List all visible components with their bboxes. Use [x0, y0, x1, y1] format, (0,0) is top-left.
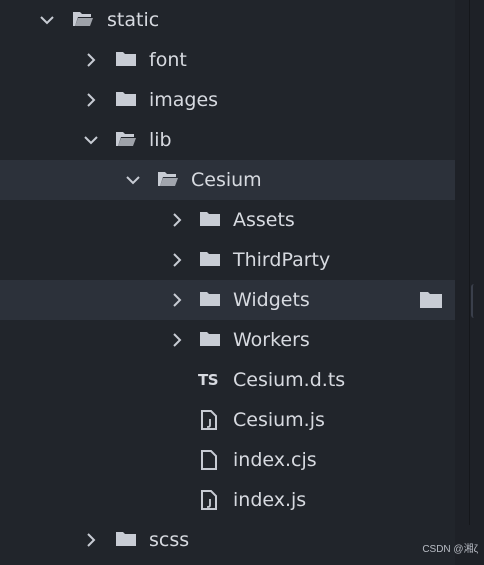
- chevron-right-icon[interactable]: [80, 40, 102, 80]
- tree-item-cesium[interactable]: Cesium: [0, 160, 455, 200]
- tree-item-label: Widgets: [233, 289, 310, 311]
- file-explorer-tree: static font images lib Cesium Assets Thi…: [0, 0, 455, 565]
- tree-item-label: index.cjs: [233, 449, 317, 471]
- chevron-right-icon[interactable]: [166, 240, 188, 280]
- tree-item-cesium-js[interactable]: Cesium.js: [0, 400, 455, 440]
- folder-icon: [115, 40, 139, 80]
- scrollbar-divider: [469, 0, 470, 525]
- chevron-right-icon[interactable]: [80, 520, 102, 560]
- folder-icon: [199, 200, 223, 240]
- js-file-icon: [200, 480, 224, 520]
- folder-icon: [199, 240, 223, 280]
- js-file-icon: [200, 400, 224, 440]
- typescript-icon: TS: [198, 371, 219, 389]
- tree-item-label: index.js: [233, 489, 307, 511]
- tree-item-cesium-d-ts[interactable]: TS Cesium.d.ts: [0, 360, 455, 400]
- open-folder-action-icon[interactable]: [419, 290, 443, 310]
- tree-item-thirdparty[interactable]: ThirdParty: [0, 240, 455, 280]
- tree-item-label: lib: [149, 129, 172, 151]
- chevron-right-icon[interactable]: [80, 80, 102, 120]
- tree-item-label: Cesium.d.ts: [233, 369, 346, 391]
- folder-open-icon: [115, 120, 139, 160]
- file-icon: [200, 440, 224, 480]
- tree-item-label: images: [149, 89, 219, 111]
- tree-item-label: font: [149, 49, 187, 71]
- folder-icon: [199, 280, 223, 320]
- tree-item-label: static: [107, 9, 160, 31]
- tree-item-label: Cesium: [191, 169, 262, 191]
- tree-item-workers[interactable]: Workers: [0, 320, 455, 360]
- chevron-right-icon[interactable]: [166, 200, 188, 240]
- folder-open-icon: [72, 0, 96, 40]
- tree-item-index-js[interactable]: index.js: [0, 480, 455, 520]
- tree-item-label: scss: [149, 529, 190, 551]
- tree-item-label: Assets: [233, 209, 295, 231]
- tree-item-assets[interactable]: Assets: [0, 200, 455, 240]
- chevron-down-icon[interactable]: [122, 160, 144, 200]
- tree-item-index-cjs[interactable]: index.cjs: [0, 440, 455, 480]
- tree-item-widgets[interactable]: Widgets: [0, 280, 455, 320]
- chevron-down-icon[interactable]: [36, 0, 58, 40]
- chevron-right-icon[interactable]: [166, 320, 188, 360]
- tree-item-label: Cesium.js: [233, 409, 325, 431]
- scrollbar-thumb[interactable]: [471, 284, 477, 318]
- tree-item-label: ThirdParty: [233, 249, 331, 271]
- tree-item-label: Workers: [233, 329, 310, 351]
- tree-item-static[interactable]: static: [0, 0, 455, 40]
- tree-item-images[interactable]: images: [0, 80, 455, 120]
- chevron-down-icon[interactable]: [80, 120, 102, 160]
- chevron-right-icon[interactable]: [166, 280, 188, 320]
- folder-open-icon: [157, 160, 181, 200]
- folder-icon: [199, 320, 223, 360]
- watermark: CSDN @湘ζ: [422, 544, 478, 555]
- tree-item-font[interactable]: font: [0, 40, 455, 80]
- tree-item-scss[interactable]: scss: [0, 520, 455, 560]
- tree-item-lib[interactable]: lib: [0, 120, 455, 160]
- folder-icon: [115, 80, 139, 120]
- folder-icon: [115, 520, 139, 560]
